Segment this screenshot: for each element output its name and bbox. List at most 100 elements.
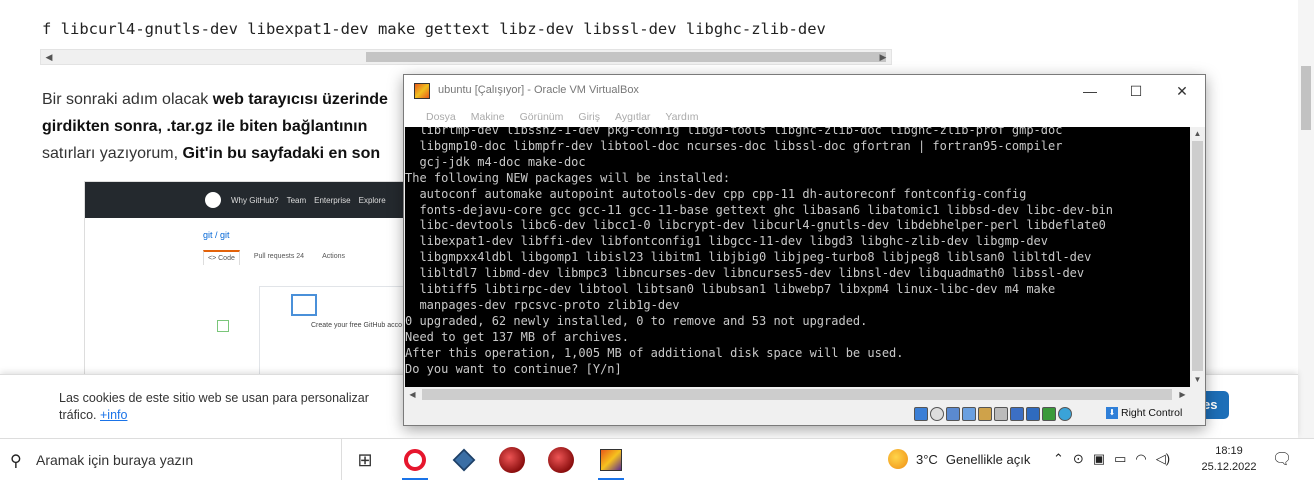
- shared-folders-icon[interactable]: [994, 407, 1008, 421]
- menu-item-dosya[interactable]: Dosya: [426, 107, 456, 127]
- github-caption: Create your free GitHub acco: [311, 322, 403, 329]
- audio-icon[interactable]: [946, 407, 960, 421]
- weather-temperature: 3°C: [916, 451, 938, 467]
- scroll-right-icon[interactable]: ▶: [875, 50, 891, 64]
- paragraph-text: Bir sonraki adım olacak: [42, 91, 213, 108]
- code-horizontal-scrollbar[interactable]: ◀ ▶: [40, 49, 892, 65]
- weather-widget[interactable]: 3°C Genellikle açık: [888, 449, 1030, 469]
- recording-icon[interactable]: [1026, 407, 1040, 421]
- weather-description: Genellikle açık: [945, 451, 1031, 467]
- page-vertical-scrollbar[interactable]: [1298, 0, 1314, 438]
- github-nav-item: Enterprise: [314, 195, 351, 205]
- display-icon[interactable]: [1010, 407, 1024, 421]
- wifi-icon[interactable]: ◠: [1135, 451, 1146, 467]
- vm-terminal-screen[interactable]: librtmp-dev libssh2-1-dev pkg-config lib…: [405, 127, 1190, 387]
- menu-bar: Dosya Makine Görünüm Giriş Aygıtlar Yard…: [404, 107, 1205, 127]
- taskbar-search[interactable]: ⚲ Aramak için buraya yazın: [0, 439, 342, 480]
- battery-icon[interactable]: ▭: [1114, 451, 1126, 467]
- github-nav-item: Explore: [358, 195, 386, 205]
- hard-disk-icon[interactable]: [914, 407, 928, 421]
- taskbar-clock[interactable]: 18:19 25.12.2022: [1198, 443, 1260, 475]
- virtualbox-manager-taskbar-button[interactable]: [449, 445, 479, 475]
- system-tray: ⌃ ⊙ ▣ ▭ ◠ ◁): [1053, 451, 1170, 467]
- code-line: f libcurl4-gnutls-dev libexpat1-dev make…: [42, 20, 826, 38]
- notification-center-icon[interactable]: 🗨: [1272, 449, 1292, 469]
- host-key-indicator: ⬇ Right Control: [1106, 407, 1182, 419]
- vm-hscroll-thumb[interactable]: [422, 389, 1172, 400]
- clock-date: 25.12.2022: [1201, 461, 1257, 473]
- menu-item-makine[interactable]: Makine: [471, 107, 505, 127]
- article-paragraph: Bir sonraki adım olacak web tarayıcısı ü…: [42, 86, 422, 167]
- cookie-line: Las cookies de este sitio web se usan pa…: [59, 391, 369, 405]
- virtualbox-manager-icon: [452, 448, 476, 472]
- cookie-more-info-link[interactable]: +info: [100, 408, 127, 422]
- maximize-button[interactable]: ☐: [1113, 75, 1159, 107]
- game-taskbar-button[interactable]: [546, 445, 576, 475]
- scroll-right-icon[interactable]: ▶: [1175, 387, 1190, 402]
- vm-status-bar: ⬇ Right Control: [404, 403, 1205, 425]
- menu-item-giris[interactable]: Giriş: [578, 107, 600, 127]
- scroll-up-icon[interactable]: ▲: [1190, 127, 1205, 141]
- game-taskbar-button[interactable]: [497, 445, 527, 475]
- github-tabs: <> Code Pull requests 24 Actions: [203, 250, 413, 265]
- page-scroll-thumb[interactable]: [1301, 66, 1311, 130]
- scroll-thumb[interactable]: [366, 52, 886, 62]
- tray-app-icon[interactable]: ▣: [1093, 451, 1105, 467]
- cookie-text: Las cookies de este sitio web se usan pa…: [59, 390, 404, 424]
- menu-item-gorunum[interactable]: Görünüm: [520, 107, 564, 127]
- tray-app-icon[interactable]: ⊙: [1073, 451, 1084, 467]
- weather-sun-icon: [888, 449, 908, 469]
- minimize-button[interactable]: —: [1067, 75, 1113, 107]
- window-title: ubuntu [Çalışıyor] - Oracle VM VirtualBo…: [438, 84, 639, 96]
- virtualbox-app-icon: [414, 83, 430, 99]
- virtualbox-window: ubuntu [Çalışıyor] - Oracle VM VirtualBo…: [403, 74, 1206, 426]
- github-tab: Actions: [322, 253, 346, 260]
- scroll-left-icon[interactable]: ◀: [405, 387, 420, 402]
- host-key-arrow-icon: ⬇: [1106, 407, 1118, 419]
- github-tab: Pull requests 24: [253, 253, 305, 260]
- github-nav-item: Team: [286, 195, 307, 205]
- clock-time: 18:19: [1215, 445, 1243, 457]
- paragraph-bold: web tarayıcısı üzerinde: [212, 91, 388, 108]
- scroll-down-icon[interactable]: ▼: [1190, 373, 1205, 387]
- paragraph-text: satırları yazıyorum,: [42, 145, 183, 162]
- search-icon: ⚲: [10, 453, 22, 470]
- github-diagram-icon: [291, 294, 317, 316]
- vm-scroll-thumb[interactable]: [1192, 141, 1203, 371]
- terminal-output: librtmp-dev libssh2-1-dev pkg-config lib…: [405, 127, 1114, 376]
- github-tab: <> Code: [203, 250, 240, 265]
- github-header: Why GitHub? Team Enterprise Explore: [85, 182, 413, 218]
- task-view-button[interactable]: ⊞: [350, 445, 380, 475]
- vm-vertical-scrollbar[interactable]: ▲ ▼: [1190, 127, 1205, 387]
- menu-item-aygitlar[interactable]: Aygıtlar: [615, 107, 650, 127]
- virtualbox-vm-icon: [600, 449, 622, 471]
- opera-icon: [404, 449, 426, 471]
- menu-item-yardim[interactable]: Yardım: [665, 107, 698, 127]
- cpu-icon[interactable]: [1042, 407, 1056, 421]
- close-button[interactable]: ✕: [1159, 75, 1205, 107]
- github-check-icon: [217, 320, 229, 332]
- game-icon: [548, 447, 574, 473]
- github-nav-item: Why GitHub?: [231, 195, 279, 205]
- paragraph-bold: girdikten sonra, .tar.gz ile biten bağla…: [42, 118, 368, 135]
- github-logo-icon: [205, 192, 221, 208]
- search-placeholder: Aramak için buraya yazın: [36, 452, 194, 468]
- scroll-left-icon[interactable]: ◀: [41, 50, 57, 64]
- window-titlebar[interactable]: ubuntu [Çalışıyor] - Oracle VM VirtualBo…: [404, 75, 1205, 107]
- optical-drive-icon[interactable]: [930, 407, 944, 421]
- opera-taskbar-button[interactable]: [400, 445, 430, 480]
- virtualbox-vm-taskbar-button[interactable]: [596, 445, 626, 480]
- github-repo-name: git / git: [203, 230, 230, 240]
- network-icon[interactable]: [962, 407, 976, 421]
- show-hidden-icons-chevron-icon[interactable]: ⌃: [1053, 451, 1064, 467]
- usb-icon[interactable]: [978, 407, 992, 421]
- mouse-integration-icon[interactable]: [1058, 407, 1072, 421]
- paragraph-bold: Git'in bu sayfadaki en son: [182, 145, 381, 162]
- vm-horizontal-scrollbar[interactable]: ◀ ▶: [405, 387, 1190, 402]
- host-key-label: Right Control: [1121, 407, 1183, 419]
- volume-icon[interactable]: ◁): [1156, 451, 1170, 467]
- cookie-line: tráfico.: [59, 408, 100, 422]
- game-icon: [499, 447, 525, 473]
- device-status-icons: [914, 407, 1072, 421]
- windows-taskbar: ⚲ Aramak için buraya yazın ⊞ 3°C Genelli…: [0, 438, 1314, 480]
